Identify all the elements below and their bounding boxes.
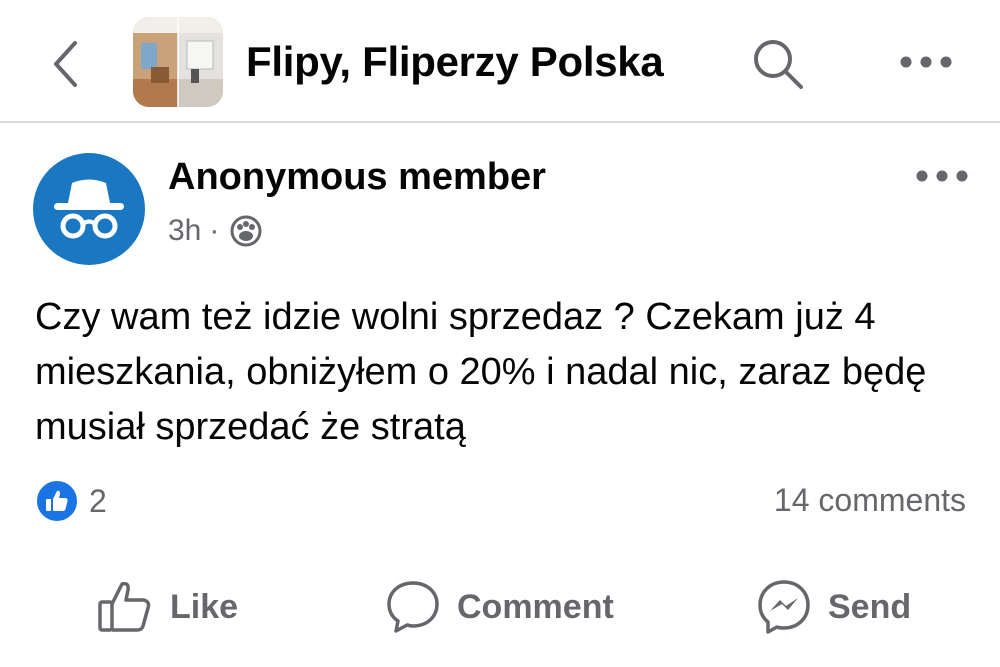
messenger-send-icon	[758, 580, 810, 634]
post-author-name[interactable]: Anonymous member	[168, 156, 546, 199]
more-horizontal-icon	[900, 56, 952, 68]
back-button[interactable]	[40, 36, 90, 92]
group-cover-image	[133, 17, 223, 107]
top-app-bar: Flipy, Fliperzy Polska	[0, 0, 1000, 123]
reaction-count: 2	[89, 482, 107, 519]
thumbs-up-outline-icon	[98, 581, 151, 632]
comment-label: Comment	[457, 587, 614, 626]
more-horizontal-icon	[916, 170, 968, 182]
like-button[interactable]: Like	[96, 575, 238, 639]
comment-button[interactable]: Comment	[385, 575, 614, 639]
comments-count[interactable]: 14 comments	[774, 482, 966, 519]
search-button[interactable]	[748, 36, 808, 92]
group-cover-thumbnail[interactable]	[133, 17, 223, 107]
like-reaction-badge	[35, 479, 79, 523]
meta-separator: ·	[209, 214, 220, 247]
author-avatar[interactable]	[33, 153, 145, 265]
reactions-summary[interactable]: 2	[35, 479, 107, 523]
post-more-button[interactable]	[910, 156, 974, 196]
group-title[interactable]: Flipy, Fliperzy Polska	[246, 38, 664, 86]
comment-bubble-icon	[387, 581, 439, 633]
group-audience-icon	[230, 215, 262, 247]
group-more-button[interactable]	[894, 42, 958, 82]
chevron-left-icon	[54, 41, 77, 87]
post-meta: 3h ·	[168, 214, 263, 248]
thumbs-up-icon	[46, 490, 68, 511]
like-label: Like	[170, 587, 239, 626]
send-label: Send	[828, 587, 912, 626]
search-icon	[754, 40, 803, 89]
send-button[interactable]: Send	[756, 575, 911, 639]
post-body-text: Czy wam też idzie wolni sprzedaz ? Czeka…	[35, 296, 927, 448]
anonymous-incognito-icon	[54, 179, 124, 239]
post-timestamp[interactable]: 3h	[168, 214, 201, 248]
